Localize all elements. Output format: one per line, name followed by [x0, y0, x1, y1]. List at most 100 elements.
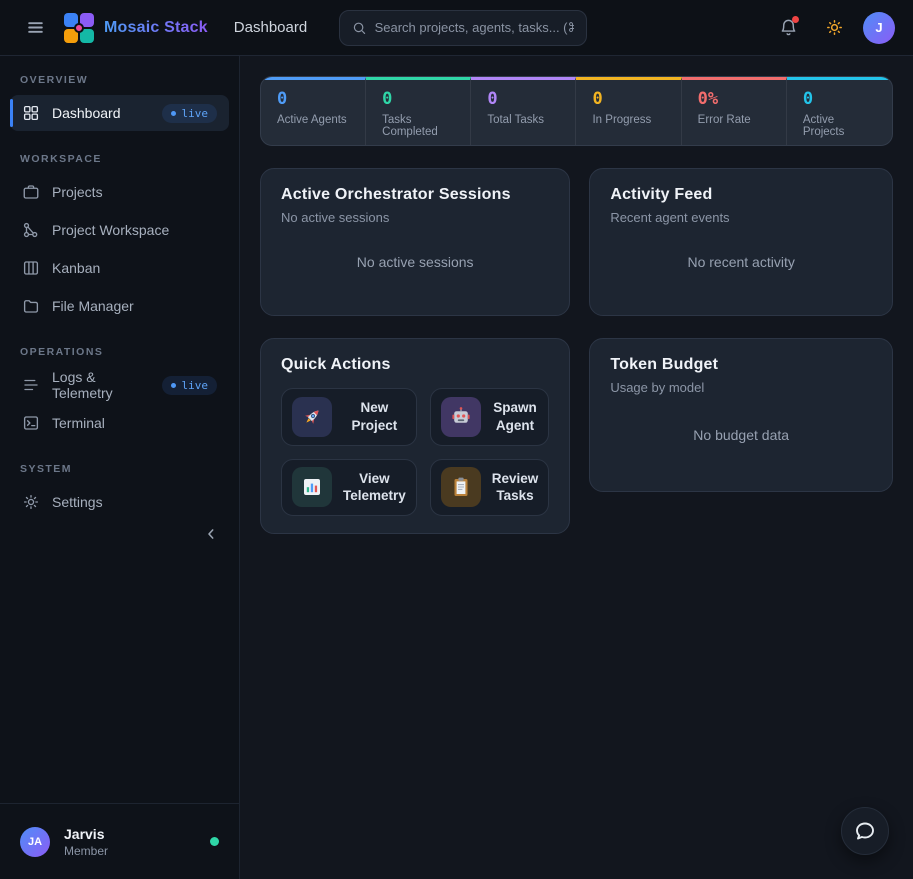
sidebar-item-label: Kanban: [52, 260, 100, 276]
theme-toggle-button[interactable]: [817, 11, 851, 45]
sidebar-item-file-manager[interactable]: File Manager: [10, 288, 229, 324]
live-dot-icon: [171, 383, 176, 388]
stat-label: Active Agents: [277, 114, 349, 126]
sessions-empty-state: No active sessions: [281, 225, 549, 298]
stat-tasks-completed[interactable]: 0 Tasks Completed: [366, 77, 471, 145]
mosaic-logo-icon: [64, 13, 94, 43]
topbar-actions: J: [771, 11, 895, 45]
stat-value: 0: [487, 89, 559, 109]
stat-active-agents[interactable]: 0 Active Agents: [261, 77, 366, 145]
user-footer[interactable]: JA Jarvis Member: [0, 803, 239, 879]
rocket-icon: [292, 397, 332, 437]
clipboard-icon: [441, 467, 481, 507]
cards-grid: Active Orchestrator Sessions No active s…: [260, 168, 893, 534]
stat-active-projects[interactable]: 0 Active Projects: [787, 77, 892, 145]
sidebar-item-label: Logs & Telemetry: [52, 369, 150, 401]
sidebar-collapse-button[interactable]: [197, 520, 225, 548]
quick-action-label: Spawn Agent: [492, 399, 539, 434]
section-label-overview: OVERVIEW: [0, 64, 239, 93]
sidebar-item-logs-telemetry[interactable]: Logs & Telemetry live: [10, 367, 229, 403]
card-title: Active Orchestrator Sessions: [281, 186, 549, 204]
sidebar-item-label: Projects: [52, 184, 103, 200]
stat-value: 0: [382, 89, 454, 109]
stat-total-tasks[interactable]: 0 Total Tasks: [471, 77, 576, 145]
stat-value: 0: [803, 89, 876, 109]
activity-feed-card: Activity Feed Recent agent events No rec…: [589, 168, 893, 316]
sidebar-item-projects[interactable]: Projects: [10, 174, 229, 210]
card-title: Activity Feed: [610, 186, 872, 204]
stat-label: Active Projects: [803, 114, 876, 138]
live-dot-icon: [171, 111, 176, 116]
quick-action-label: View Telemetry: [343, 470, 406, 505]
quick-actions-grid: New Project Spawn Agent View Telemetry: [281, 388, 549, 516]
review-tasks-button[interactable]: Review Tasks: [430, 459, 550, 517]
sidebar-item-label: Dashboard: [52, 105, 121, 121]
brand[interactable]: Mosaic Stack: [64, 13, 208, 43]
spawn-agent-button[interactable]: Spawn Agent: [430, 388, 550, 446]
user-role: Member: [64, 844, 108, 858]
notifications-button[interactable]: [771, 11, 805, 45]
view-telemetry-button[interactable]: View Telemetry: [281, 459, 417, 517]
notification-dot: [792, 16, 799, 23]
token-budget-card: Token Budget Usage by model No budget da…: [589, 338, 893, 492]
chat-fab-button[interactable]: [841, 807, 889, 855]
topbar: Mosaic Stack Dashboard J: [0, 0, 913, 56]
stat-label: Error Rate: [698, 114, 770, 126]
sidebar-item-label: File Manager: [52, 298, 134, 314]
share-network-icon: [22, 221, 40, 239]
stat-label: Tasks Completed: [382, 114, 454, 138]
stat-error-rate[interactable]: 0% Error Rate: [682, 77, 787, 145]
sessions-card: Active Orchestrator Sessions No active s…: [260, 168, 570, 316]
sidebar-item-kanban[interactable]: Kanban: [10, 250, 229, 286]
search-input[interactable]: [375, 20, 575, 35]
sun-icon: [825, 18, 844, 37]
search-icon: [352, 20, 366, 36]
token-budget-empty-state: No budget data: [610, 395, 872, 474]
stats-row: 0 Active Agents 0 Tasks Completed 0 Tota…: [260, 76, 893, 146]
activity-empty-state: No recent activity: [610, 225, 872, 298]
section-label-system: SYSTEM: [0, 453, 239, 482]
sidebar: OVERVIEW Dashboard live WORKSPACE Projec…: [0, 56, 240, 879]
gear-icon: [22, 493, 40, 511]
card-title: Quick Actions: [281, 356, 549, 374]
quick-actions-card: Quick Actions New Project Spawn Agent: [260, 338, 570, 534]
card-subtitle: Recent agent events: [610, 210, 872, 225]
stat-in-progress[interactable]: 0 In Progress: [576, 77, 681, 145]
robot-icon: [441, 397, 481, 437]
terminal-icon: [22, 414, 40, 432]
chat-bubble-icon: [853, 819, 877, 843]
hamburger-icon: [26, 18, 45, 37]
quick-action-label: New Project: [343, 399, 406, 434]
sidebar-item-label: Project Workspace: [52, 222, 169, 238]
sidebar-item-label: Terminal: [52, 415, 105, 431]
chevron-left-icon: [203, 526, 219, 542]
user-name: Jarvis: [64, 826, 108, 842]
quick-action-label: Review Tasks: [492, 470, 539, 505]
sidebar-item-dashboard[interactable]: Dashboard live: [10, 95, 229, 131]
folder-icon: [22, 297, 40, 315]
menu-button[interactable]: [18, 11, 52, 45]
stat-label: In Progress: [592, 114, 664, 126]
user-avatar-initials: JA: [20, 827, 50, 857]
brand-name: Mosaic Stack: [104, 19, 208, 37]
sidebar-item-terminal[interactable]: Terminal: [10, 405, 229, 441]
user-avatar[interactable]: J: [863, 12, 895, 44]
sidebar-item-label: Settings: [52, 494, 103, 510]
stat-value: 0: [592, 89, 664, 109]
user-info: Jarvis Member: [64, 826, 108, 858]
card-subtitle: Usage by model: [610, 380, 872, 395]
sidebar-item-project-workspace[interactable]: Project Workspace: [10, 212, 229, 248]
bar-chart-icon: [292, 467, 332, 507]
search-box[interactable]: [339, 10, 587, 46]
live-badge: live: [162, 104, 218, 123]
sidebar-item-settings[interactable]: Settings: [10, 484, 229, 520]
card-title: Token Budget: [610, 356, 872, 374]
stat-value: 0: [277, 89, 349, 109]
new-project-button[interactable]: New Project: [281, 388, 417, 446]
log-lines-icon: [22, 376, 40, 394]
live-badge: live: [162, 376, 218, 395]
kanban-columns-icon: [22, 259, 40, 277]
section-label-workspace: WORKSPACE: [0, 143, 239, 172]
section-label-operations: OPERATIONS: [0, 336, 239, 365]
page-title: Dashboard: [234, 19, 307, 36]
